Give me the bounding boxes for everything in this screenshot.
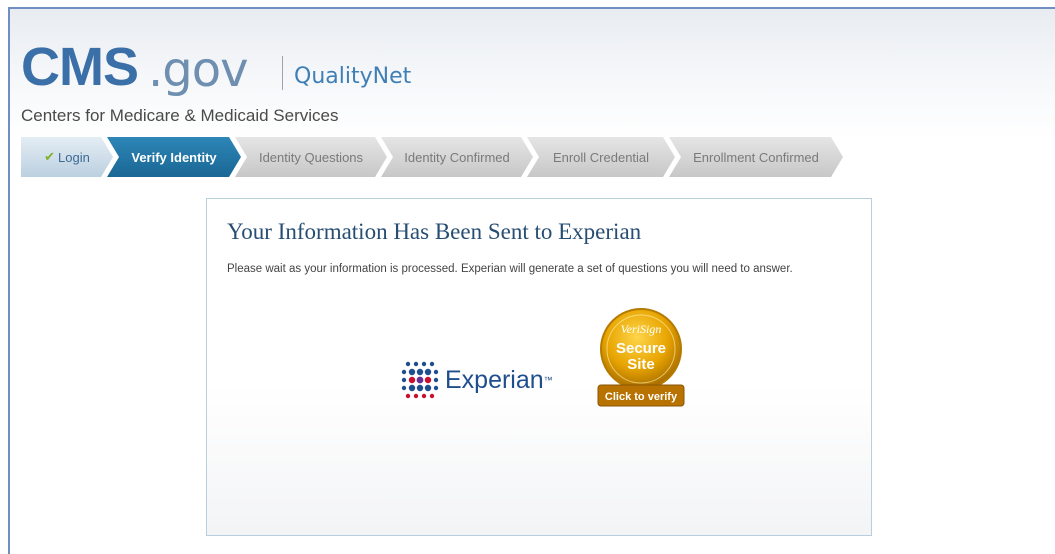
check-icon: ✔: [44, 149, 56, 164]
logo-qualitynet-text: QualityNet: [294, 64, 412, 89]
step-label: Identity Questions: [258, 149, 364, 165]
status-panel: Your Information Has Been Sent to Experi…: [206, 198, 872, 536]
page-title: Your Information Has Been Sent to Experi…: [227, 219, 642, 244]
step-enrollment-confirmed[interactable]: Enrollment Confirmed: [669, 137, 843, 177]
experian-logo: Experian ™: [399, 359, 553, 401]
logo-gov-text: .gov: [148, 42, 248, 98]
experian-dots-icon: [401, 361, 439, 399]
step-label: Login: [58, 149, 90, 165]
verisign-line1: Secure: [616, 340, 666, 357]
logo-cms-text: CMS: [21, 37, 139, 97]
verisign-line2: Site: [627, 356, 655, 373]
step-label: Enroll Credential: [552, 149, 650, 165]
step-login[interactable]: ✔ Login: [21, 137, 113, 177]
step-label: Identity Confirmed: [404, 149, 510, 165]
step-enroll-credential[interactable]: Enroll Credential: [527, 137, 675, 177]
experian-trademark: ™: [543, 375, 553, 385]
step-label: Enrollment Confirmed: [693, 149, 819, 165]
step-verify-identity[interactable]: Verify Identity: [107, 137, 241, 177]
verisign-seal-icon: VeriSign Secure Site Click to verify: [597, 308, 685, 407]
verisign-seal[interactable]: VeriSign Secure Site Click to verify: [595, 307, 687, 412]
step-identity-questions[interactable]: Identity Questions: [235, 137, 387, 177]
step-label: Verify Identity: [131, 149, 217, 165]
site-subtitle: Centers for Medicare & Medicaid Services: [21, 106, 339, 125]
verisign-cta: Click to verify: [605, 391, 678, 403]
step-identity-confirmed[interactable]: Identity Confirmed: [381, 137, 533, 177]
logo-divider: [282, 56, 283, 90]
status-message: Please wait as your information is proce…: [227, 263, 793, 275]
experian-wordmark: Experian: [445, 365, 544, 394]
verisign-brand: VeriSign: [621, 322, 662, 336]
